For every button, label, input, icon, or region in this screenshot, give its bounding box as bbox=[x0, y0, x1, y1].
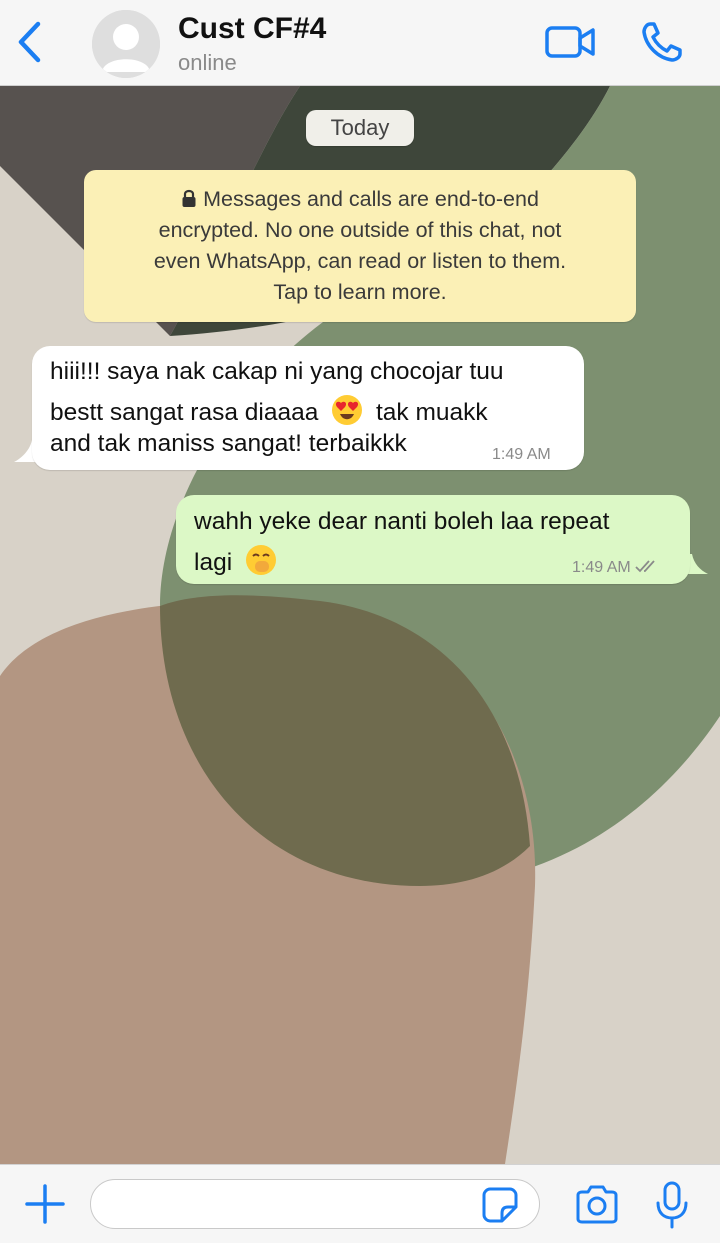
hand-over-mouth-emoji bbox=[245, 545, 276, 575]
double-check-icon bbox=[635, 560, 655, 573]
avatar[interactable] bbox=[92, 10, 160, 78]
voice-call-button[interactable] bbox=[640, 20, 686, 64]
date-divider: Today bbox=[306, 110, 414, 146]
phone-icon bbox=[642, 22, 682, 62]
notice-line-3: even WhatsApp, can read or listen to the… bbox=[153, 249, 567, 273]
encryption-notice[interactable]: Messages and calls are end-to-end encryp… bbox=[84, 170, 636, 322]
plus-icon bbox=[25, 1184, 65, 1224]
notice-line-1: Messages and calls are end-to-end bbox=[203, 187, 539, 211]
outgoing-message[interactable]: wahh yeke dear nanti boleh laa repeat la… bbox=[176, 495, 690, 584]
message-text-line: bestt sangat rasa diaaaa bbox=[50, 399, 319, 426]
lock-icon bbox=[182, 189, 196, 207]
microphone-button[interactable] bbox=[654, 1181, 690, 1229]
video-camera-icon bbox=[545, 26, 595, 58]
message-text-line: wahh yeke dear nanti boleh laa repeat bbox=[194, 508, 610, 535]
notice-line-2: encrypted. No one outside of this chat, … bbox=[158, 218, 562, 242]
attach-button[interactable] bbox=[24, 1183, 66, 1225]
message-composer bbox=[0, 1164, 720, 1243]
heart-eyes-emoji bbox=[332, 395, 363, 425]
message-time: 1:49 AM bbox=[572, 559, 631, 576]
chat-header: Cust CF#4 online bbox=[0, 0, 720, 86]
contact-name[interactable]: Cust CF#4 bbox=[178, 12, 326, 46]
camera-button[interactable] bbox=[574, 1185, 620, 1225]
video-call-button[interactable] bbox=[544, 22, 598, 62]
camera-icon bbox=[576, 1185, 618, 1224]
incoming-message[interactable]: hiii!!! saya nak cakap ni yang chocojar … bbox=[32, 346, 584, 470]
sticker-icon bbox=[482, 1187, 518, 1223]
message-text-line: hiii!!! saya nak cakap ni yang chocojar … bbox=[50, 358, 504, 385]
message-time: 1:49 AM bbox=[492, 446, 551, 463]
default-avatar-icon bbox=[92, 10, 160, 78]
sticker-button[interactable] bbox=[482, 1187, 518, 1223]
back-button[interactable] bbox=[12, 20, 48, 64]
message-input[interactable] bbox=[90, 1179, 540, 1229]
message-text-line: tak muakk bbox=[375, 399, 488, 426]
microphone-icon bbox=[656, 1181, 688, 1229]
contact-status: online bbox=[178, 50, 237, 75]
message-text-line: lagi bbox=[194, 549, 233, 576]
notice-line-4: Tap to learn more. bbox=[273, 280, 447, 304]
message-text-line: and tak maniss sangat! terbaikkk bbox=[50, 430, 407, 457]
chevron-left-icon bbox=[18, 21, 41, 63]
